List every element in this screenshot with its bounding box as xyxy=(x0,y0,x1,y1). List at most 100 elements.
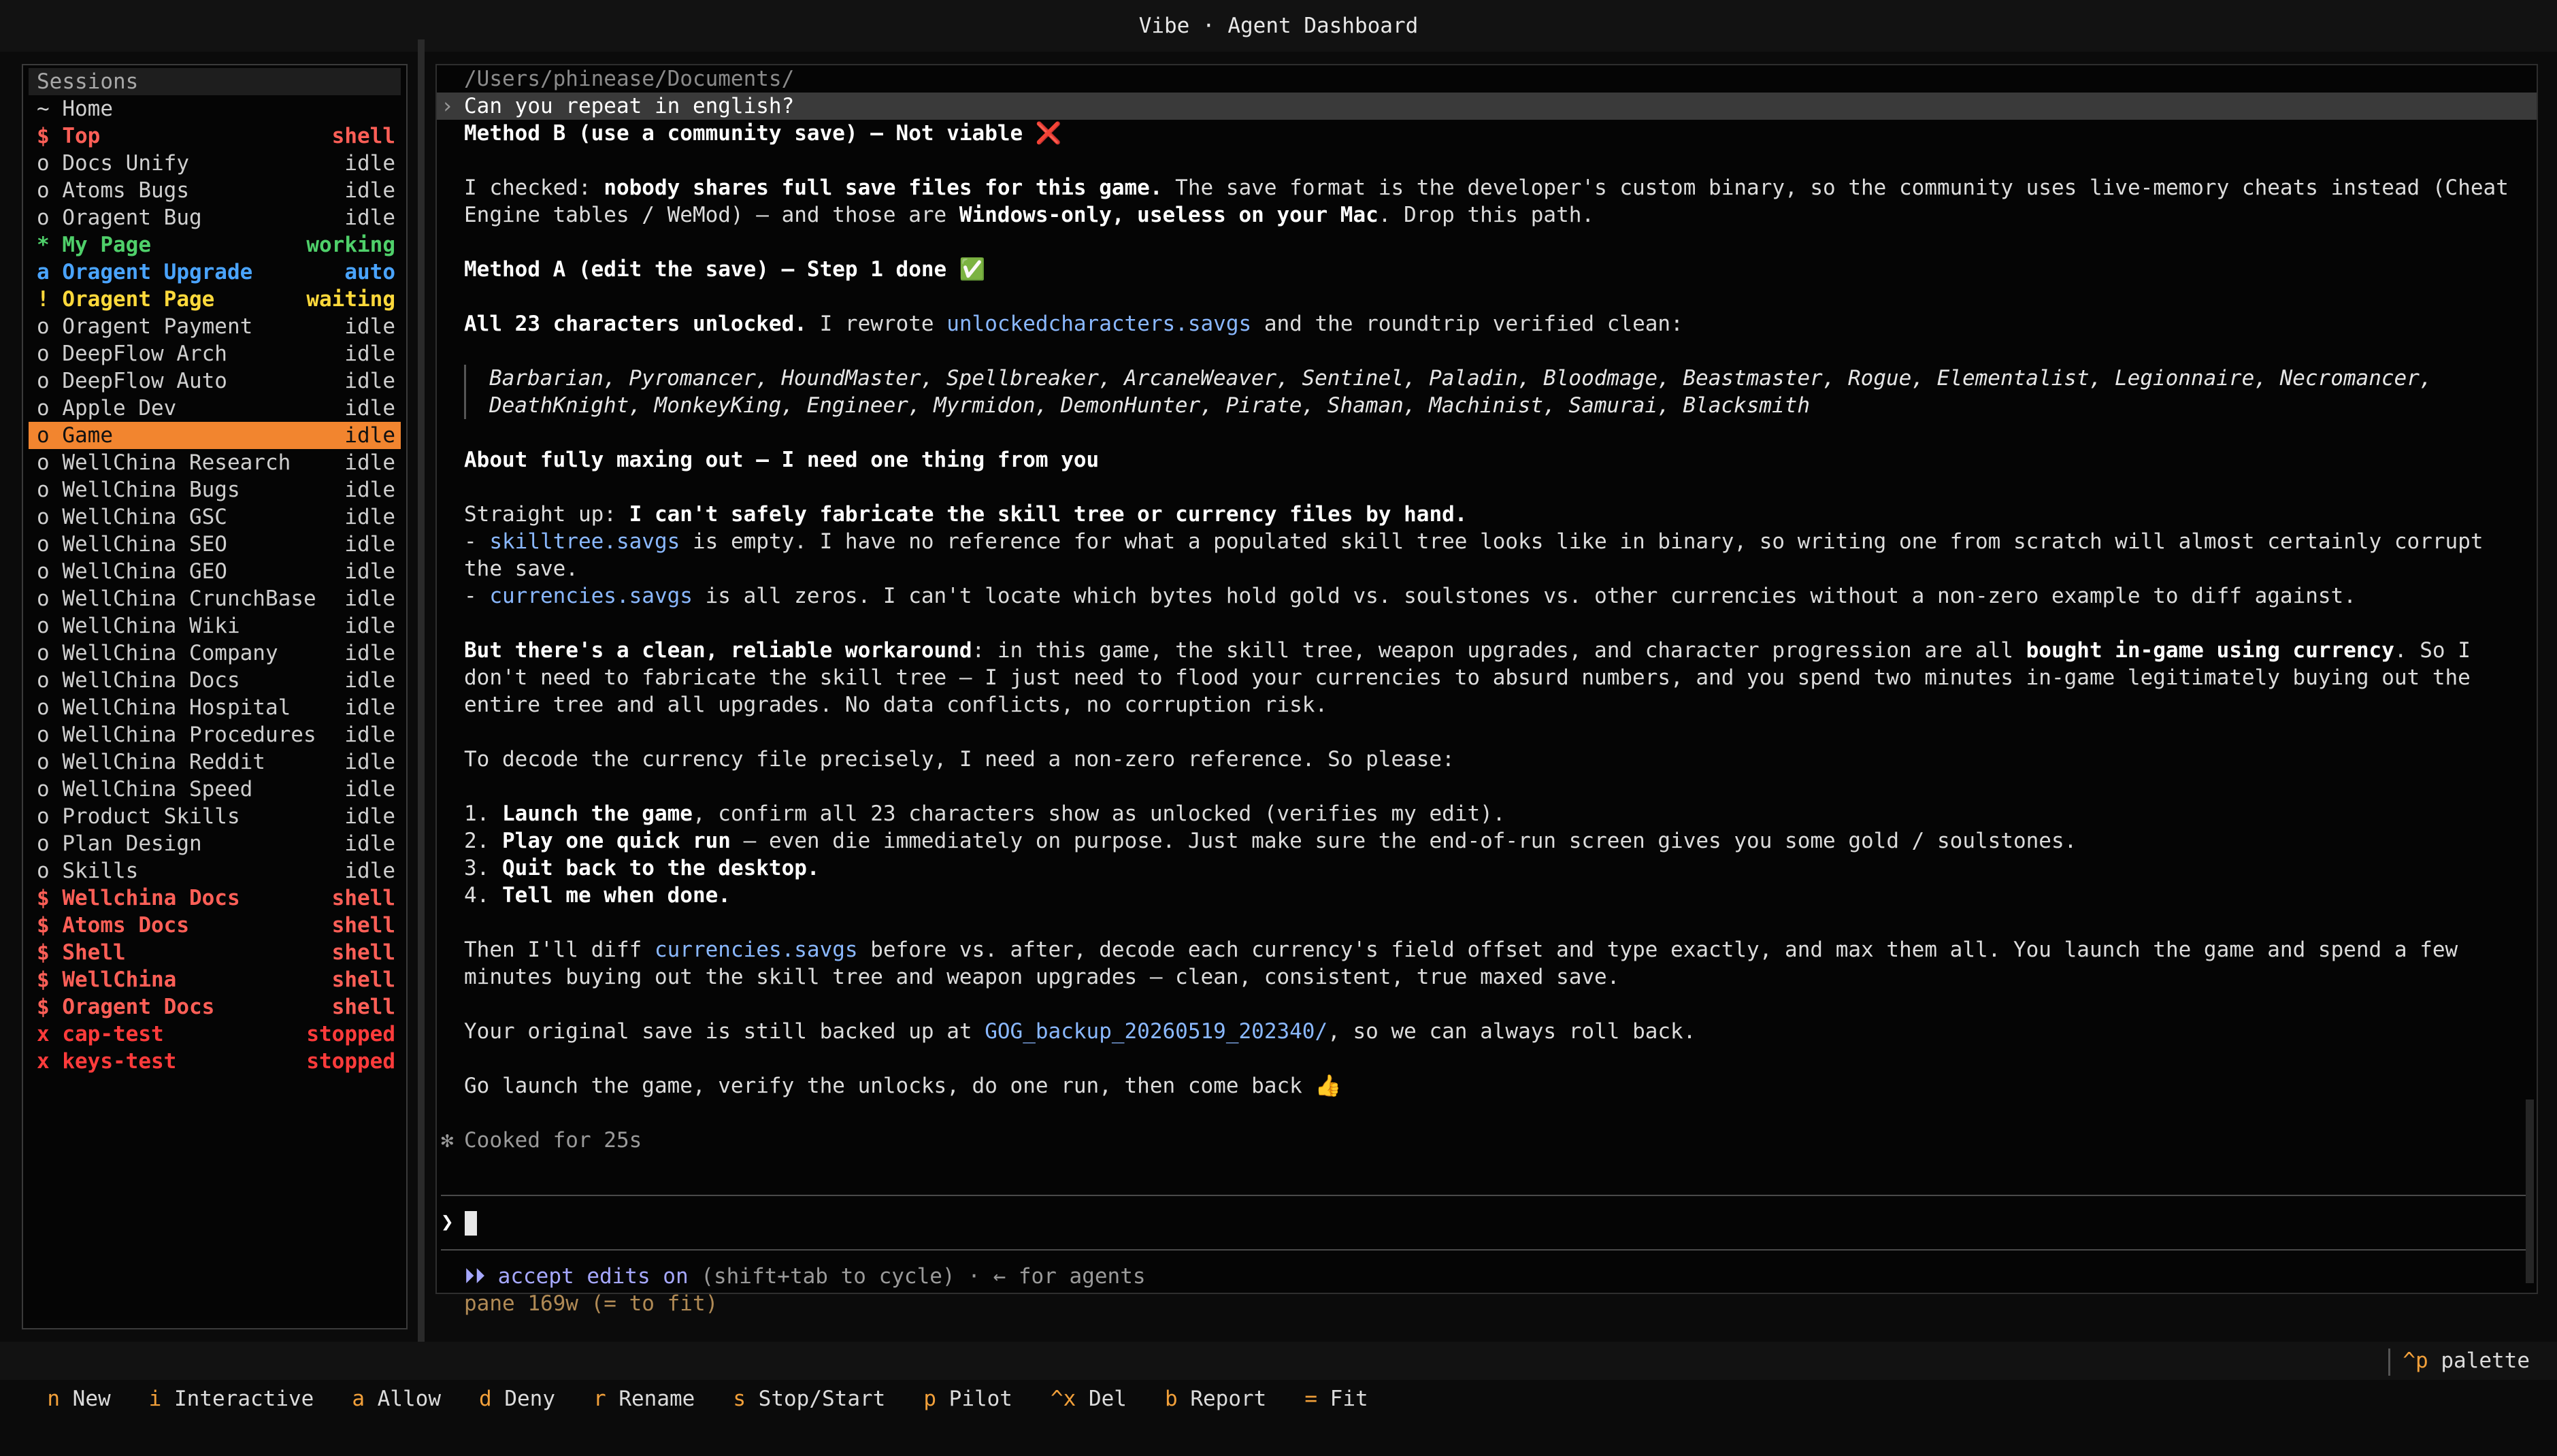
scrollbar[interactable] xyxy=(2526,1099,2534,1283)
shortcut-item[interactable]: a Allow xyxy=(352,1387,441,1411)
session-prefix: $ xyxy=(37,124,50,148)
session-name: WellChina Reddit xyxy=(62,750,265,774)
step-item: 2. Play one quick run — even die immedia… xyxy=(464,829,2077,853)
session-item[interactable]: o DeepFlow Auto idle xyxy=(23,367,406,395)
shortcut-label: Report xyxy=(1190,1387,1267,1411)
session-item[interactable]: x cap-test stopped xyxy=(23,1021,406,1048)
session-item[interactable]: o Atoms Bugs idle xyxy=(23,177,406,204)
session-status: working xyxy=(306,233,395,257)
session-item[interactable]: ! Oragent Page waiting xyxy=(23,286,406,313)
session-name: Oragent Page xyxy=(62,287,215,312)
shortcut-item[interactable]: b Report xyxy=(1165,1387,1266,1411)
session-status: shell xyxy=(331,995,395,1019)
input-bottom-divider xyxy=(441,1249,2528,1251)
session-status: shell xyxy=(331,913,395,938)
session-item[interactable]: * My Page working xyxy=(23,231,406,259)
session-name: Product Skills xyxy=(62,804,240,829)
shortcut-item[interactable]: r Rename xyxy=(593,1387,695,1411)
session-status: idle xyxy=(344,478,395,502)
pane-divider[interactable] xyxy=(418,39,425,1346)
session-name: Oragent Payment xyxy=(62,314,253,339)
session-item[interactable]: a Oragent Upgrade auto xyxy=(23,259,406,286)
session-item[interactable]: o Oragent Bug idle xyxy=(23,204,406,231)
session-item[interactable]: $ Shell shell xyxy=(23,939,406,966)
session-name: DeepFlow Arch xyxy=(62,342,227,366)
shortcut-item[interactable]: d Deny xyxy=(479,1387,555,1411)
session-item[interactable]: o Skills idle xyxy=(23,857,406,884)
session-item[interactable]: o Apple Dev idle xyxy=(23,395,406,422)
session-item[interactable]: o WellChina Docs idle xyxy=(23,667,406,694)
session-item[interactable]: o WellChina Procedures idle xyxy=(23,721,406,748)
session-item[interactable]: o WellChina Reddit idle xyxy=(23,748,406,776)
session-item[interactable]: o Docs Unify idle xyxy=(23,150,406,177)
session-status: stopped xyxy=(306,1022,395,1046)
session-item[interactable]: $ Top shell xyxy=(23,122,406,150)
session-item[interactable]: o WellChina Research idle xyxy=(23,449,406,476)
session-item[interactable]: o WellChina Wiki idle xyxy=(23,612,406,640)
session-prefix: o xyxy=(37,423,50,448)
session-item[interactable]: o WellChina CrunchBase idle xyxy=(23,585,406,612)
palette-shortcut[interactable]: ^p palette xyxy=(2388,1342,2530,1380)
prompt-input[interactable]: ❯ xyxy=(441,1208,477,1236)
backup-path: GOG_backup_20260519_202340/ xyxy=(985,1019,1328,1044)
shortcut-key: s xyxy=(733,1387,746,1411)
session-item[interactable]: o WellChina Company idle xyxy=(23,640,406,667)
session-item[interactable]: o WellChina Hospital idle xyxy=(23,694,406,721)
shortcut-item[interactable]: p Pilot xyxy=(923,1387,1012,1411)
shortcut-item[interactable]: n New xyxy=(47,1387,110,1411)
shortcut-item[interactable]: s Stop/Start xyxy=(733,1387,885,1411)
session-prefix: o xyxy=(37,396,50,420)
session-item[interactable]: o Oragent Payment idle xyxy=(23,313,406,340)
session-item[interactable]: $ WellChina shell xyxy=(23,966,406,993)
shortcut-label: Rename xyxy=(618,1387,695,1411)
session-item[interactable]: x keys-test stopped xyxy=(23,1048,406,1075)
shortcut-item[interactable]: ^x Del xyxy=(1051,1387,1127,1411)
session-name: Wellchina Docs xyxy=(62,886,240,910)
session-status: idle xyxy=(344,641,395,665)
accept-edits-status[interactable]: ⏵⏵ accept edits on (shift+tab to cycle) … xyxy=(464,1263,1146,1290)
session-status: idle xyxy=(344,396,395,420)
session-name: Atoms Docs xyxy=(62,913,189,938)
session-status: shell xyxy=(331,124,395,148)
session-item[interactable]: o DeepFlow Arch idle xyxy=(23,340,406,367)
shortcut-item[interactable]: = Fit xyxy=(1304,1387,1368,1411)
session-item[interactable]: ~ Home xyxy=(23,95,406,122)
session-item[interactable]: o WellChina GSC idle xyxy=(23,503,406,531)
session-name: cap-test xyxy=(62,1022,164,1046)
session-status: idle xyxy=(344,369,395,393)
session-status: auto xyxy=(344,260,395,284)
session-item[interactable]: $ Oragent Docs shell xyxy=(23,993,406,1021)
session-prefix: o xyxy=(37,831,50,856)
session-item[interactable]: o Product Skills idle xyxy=(23,803,406,830)
session-item[interactable]: o WellChina Bugs idle xyxy=(23,476,406,503)
session-item[interactable]: $ Wellchina Docs shell xyxy=(23,884,406,912)
session-name: Oragent Docs xyxy=(62,995,215,1019)
bullet-item: - skilltree.savgs is empty. I have no re… xyxy=(464,529,2496,581)
session-prefix: $ xyxy=(37,995,50,1019)
session-prefix: $ xyxy=(37,886,50,910)
shortcut-key: = xyxy=(1304,1387,1317,1411)
shortcut-key: d xyxy=(479,1387,492,1411)
shortcut-key: ^x xyxy=(1050,1387,1076,1411)
session-item[interactable]: o WellChina GEO idle xyxy=(23,558,406,585)
session-prefix: o xyxy=(37,314,50,339)
session-item[interactable]: $ Atoms Docs shell xyxy=(23,912,406,939)
session-item[interactable]: o Game idle xyxy=(29,422,401,449)
session-item[interactable]: o Plan Design idle xyxy=(23,830,406,857)
session-name: Oragent Upgrade xyxy=(62,260,253,284)
user-message-text: Can you repeat in english? xyxy=(464,94,795,118)
session-item[interactable]: o WellChina Speed idle xyxy=(23,776,406,803)
session-name: WellChina GSC xyxy=(62,505,227,529)
session-item[interactable]: o WellChina SEO idle xyxy=(23,531,406,558)
method-a-heading: Method A (edit the save) — Step 1 done ✅ xyxy=(464,257,986,282)
session-prefix: a xyxy=(37,260,50,284)
session-prefix: x xyxy=(37,1022,50,1046)
pane-width-info: pane 169w (= to fit) xyxy=(464,1291,719,1316)
shortcut-item[interactable]: i Interactive xyxy=(149,1387,314,1411)
session-prefix: o xyxy=(37,695,50,720)
user-caret-icon: › xyxy=(441,94,454,118)
shortcut-key: r xyxy=(593,1387,606,1411)
conversation-pane: /Users/phinease/Documents/ › Can you rep… xyxy=(435,64,2538,1316)
session-status: idle xyxy=(344,559,395,584)
user-message: › Can you repeat in english? xyxy=(437,93,2537,120)
